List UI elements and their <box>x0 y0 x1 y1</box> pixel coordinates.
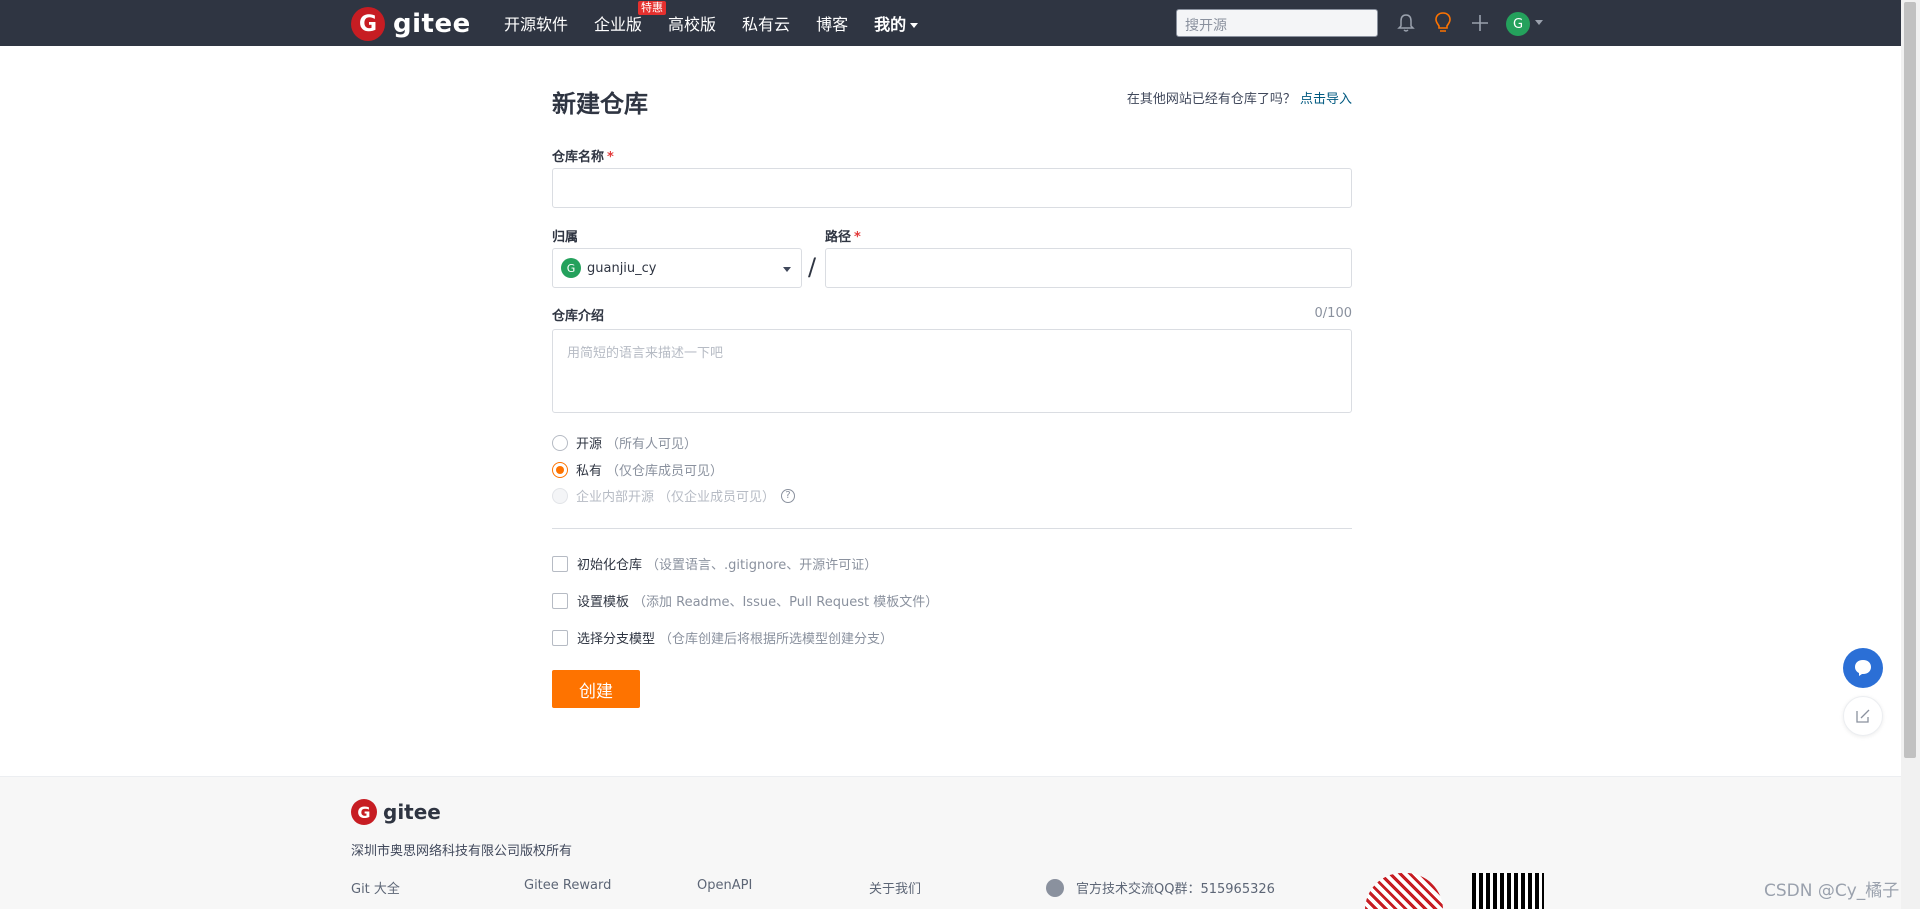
option-hint: （仓库创建后将根据所选模型创建分支） <box>659 632 894 647</box>
edit-icon[interactable] <box>1843 696 1883 736</box>
option-init-repo[interactable]: 初始化仓库 （设置语言、.gitignore、开源许可证） <box>552 554 877 573</box>
nav-item-open-source[interactable]: 开源软件 <box>504 11 568 35</box>
nav-item-blog[interactable]: 博客 <box>816 11 848 35</box>
owner-avatar: G <box>561 258 581 278</box>
nav-item-enterprise-label: 企业版 <box>594 15 643 34</box>
path-label-text: 路径 <box>825 230 852 245</box>
promo-badge: 特惠 <box>638 1 667 15</box>
option-templates[interactable]: 设置模板 （添加 Readme、Issue、Pull Request 模板文件） <box>552 591 938 610</box>
radio-button[interactable] <box>552 461 568 478</box>
checkbox[interactable] <box>552 555 568 572</box>
radio-label: 开源 <box>576 437 603 452</box>
watermark: CSDN @Cy_橘子 <box>1764 881 1900 901</box>
radio-hint: （仅企业成员可见） <box>658 490 776 505</box>
checkbox[interactable] <box>552 592 568 609</box>
chevron-down-icon[interactable] <box>1535 20 1543 25</box>
qq-group: 官方技术交流QQ群：515965326 <box>1046 878 1275 897</box>
owner-label: 归属 <box>552 230 579 245</box>
logo-text: gitee <box>393 9 471 39</box>
user-avatar[interactable]: G <box>1506 12 1530 36</box>
divider <box>552 528 1352 529</box>
option-hint: （设置语言、.gitignore、开源许可证） <box>646 558 878 573</box>
required-mark: * <box>607 150 614 165</box>
wechat-qr-code <box>1472 873 1544 909</box>
option-hint: （添加 Readme、Issue、Pull Request 模板文件） <box>633 595 939 610</box>
import-link[interactable]: 点击导入 <box>1300 92 1352 107</box>
help-icon[interactable]: ? <box>781 488 796 503</box>
main-nav: 开源软件 企业版 特惠 高校版 私有云 博客 我的 <box>504 0 944 46</box>
nav-item-education[interactable]: 高校版 <box>668 11 716 35</box>
required-mark: * <box>854 230 861 245</box>
option-branch-model[interactable]: 选择分支模型 （仓库创建后将根据所选模型创建分支） <box>552 628 893 647</box>
path-separator: / <box>808 253 817 281</box>
chevron-down-icon <box>783 267 791 272</box>
radio-label: 私有 <box>576 464 603 479</box>
chat-bubble-icon[interactable] <box>1843 648 1883 688</box>
option-label: 初始化仓库 <box>577 558 643 573</box>
owner-value: guanjiu_cy <box>587 260 657 276</box>
gitee-logo[interactable]: G gitee <box>351 7 471 41</box>
radio-private[interactable]: 私有 （仅仓库成员可见） <box>552 460 723 479</box>
radio-label: 企业内部开源 <box>576 490 655 505</box>
footer-link-openapi[interactable]: OpenAPI <box>697 878 752 893</box>
nav-item-private-cloud[interactable]: 私有云 <box>742 11 790 35</box>
mini-program-qr-code <box>1365 873 1443 909</box>
create-button[interactable]: 创建 <box>552 670 640 708</box>
scrollbar-thumb[interactable] <box>1904 2 1916 758</box>
qq-icon <box>1046 878 1064 897</box>
lightbulb-icon[interactable] <box>1431 11 1455 35</box>
repo-name-label-text: 仓库名称 <box>552 150 605 165</box>
path-input[interactable] <box>825 248 1352 288</box>
repo-name-input[interactable] <box>552 168 1352 208</box>
repo-name-label: 仓库名称 * <box>552 146 614 165</box>
gitee-logo-icon: G <box>351 7 385 41</box>
plus-icon[interactable] <box>1468 11 1492 35</box>
radio-button[interactable] <box>552 434 568 451</box>
import-hint: 在其他网站已经有仓库了吗？ 点击导入 <box>1127 88 1352 107</box>
footer-logo[interactable]: G gitee <box>351 799 441 825</box>
chevron-down-icon <box>910 23 919 28</box>
footer-logo-text: gitee <box>383 800 441 824</box>
bell-icon[interactable] <box>1394 11 1418 35</box>
import-hint-text: 在其他网站已经有仓库了吗？ <box>1126 92 1296 107</box>
search-input[interactable]: 搜开源 <box>1176 9 1378 37</box>
option-label: 选择分支模型 <box>577 632 656 647</box>
description-textarea[interactable]: 用简短的语言来描述一下吧 <box>552 329 1352 413</box>
gitee-logo-icon: G <box>351 799 377 825</box>
owner-select[interactable]: G guanjiu_cy <box>552 248 802 288</box>
checkbox[interactable] <box>552 629 568 646</box>
description-counter: 0/100 <box>1314 306 1352 321</box>
option-label: 设置模板 <box>577 595 630 610</box>
path-label: 路径 * <box>825 226 861 245</box>
nav-item-mine-label: 我的 <box>874 15 907 34</box>
radio-open-source[interactable]: 开源 （所有人可见） <box>552 433 697 452</box>
radio-hint: （仅仓库成员可见） <box>606 464 724 479</box>
page-title: 新建仓库 <box>552 90 648 118</box>
nav-item-mine[interactable]: 我的 <box>874 11 919 35</box>
radio-hint: （所有人可见） <box>606 437 698 452</box>
copyright: 深圳市奥思网络科技有限公司版权所有 <box>351 844 573 859</box>
radio-button <box>552 487 568 504</box>
footer: G gitee 深圳市奥思网络科技有限公司版权所有 Git 大全 Gitee R… <box>0 776 1901 909</box>
footer-link-reward[interactable]: Gitee Reward <box>524 878 611 893</box>
radio-enterprise-internal: 企业内部开源 （仅企业成员可见） ? <box>552 486 796 505</box>
nav-item-enterprise[interactable]: 企业版 特惠 <box>594 1 667 35</box>
top-navbar: G gitee 开源软件 企业版 特惠 高校版 私有云 博客 我的 搜开源 G <box>0 0 1901 46</box>
qq-group-text: 官方技术交流QQ群：515965326 <box>1076 882 1275 897</box>
footer-link-git[interactable]: Git 大全 <box>351 878 400 897</box>
description-label: 仓库介绍 <box>552 309 605 324</box>
footer-link-about[interactable]: 关于我们 <box>869 878 921 897</box>
